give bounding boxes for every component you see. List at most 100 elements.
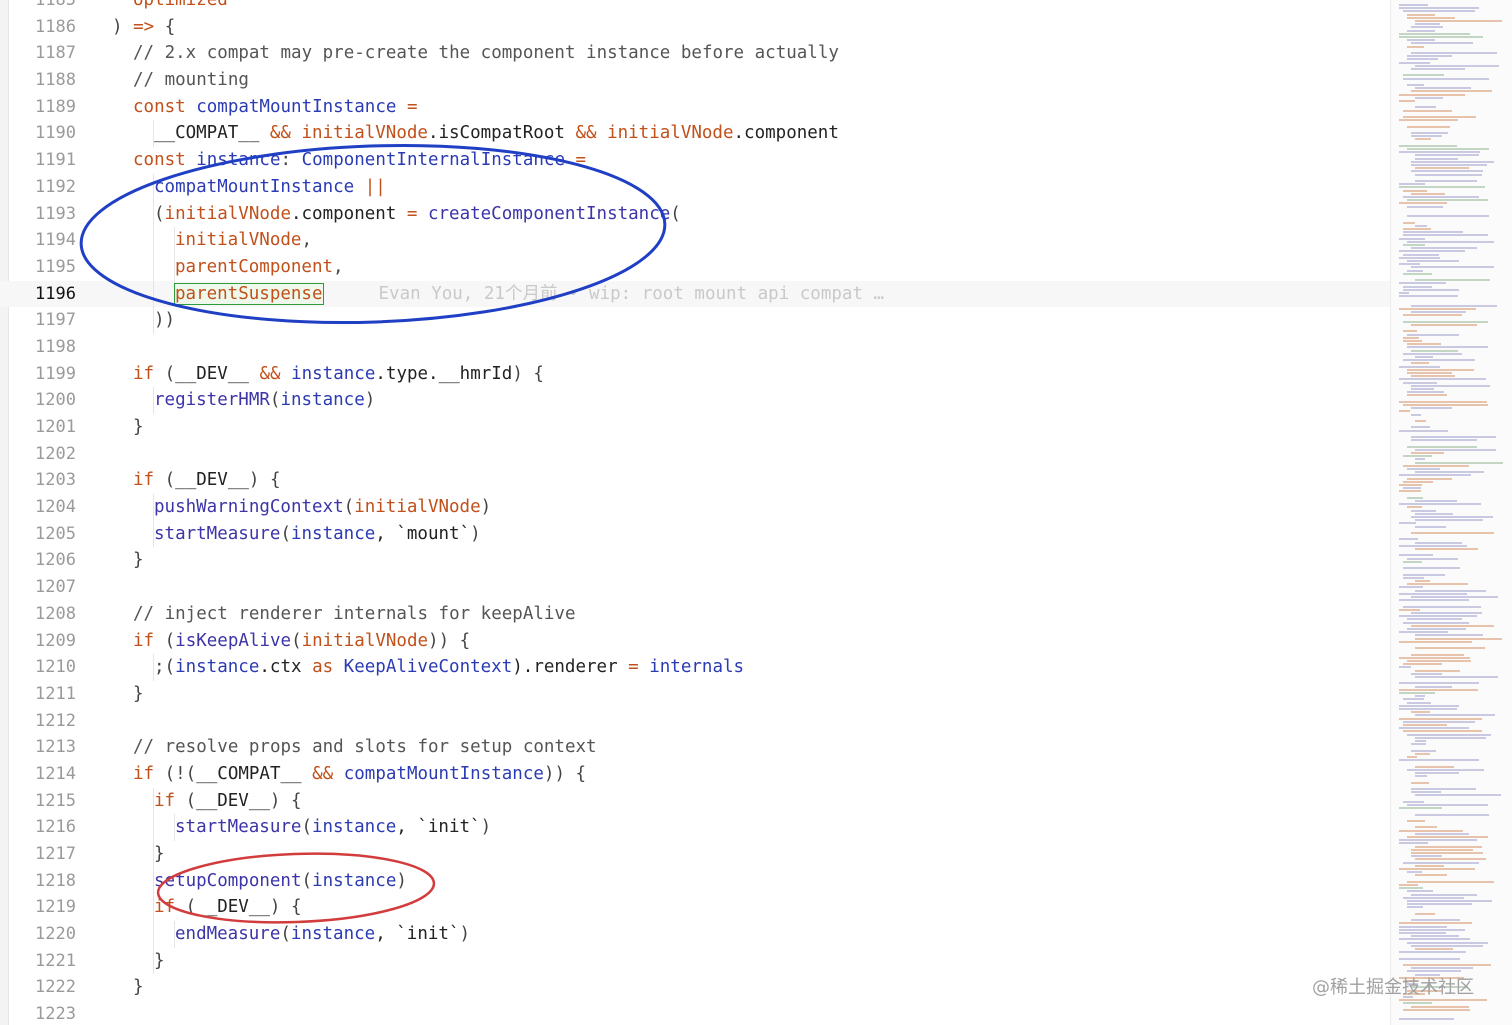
code-line[interactable]: 1199 if (__DEV__ && instance.type.__hmrId… — [0, 361, 1390, 388]
code-line[interactable]: 1202 — [0, 441, 1390, 468]
code-text[interactable]: registerHMR(instance) — [154, 387, 375, 414]
minimap-stroke — [1399, 925, 1447, 928]
code-line[interactable]: 1217} — [0, 841, 1390, 868]
code-text[interactable]: // 2.x compat may pre-create the compone… — [133, 40, 839, 67]
code-text[interactable]: compatMountInstance || — [154, 174, 386, 201]
code-text[interactable]: parentComponent, — [175, 254, 344, 281]
code-line[interactable]: 1200 registerHMR(instance) — [0, 387, 1390, 414]
minimap-stroke — [1415, 106, 1436, 109]
code-line[interactable]: 1189 const compatMountInstance = — [0, 94, 1390, 121]
code-line[interactable]: 1191 const instance: ComponentInternalIns… — [0, 147, 1390, 174]
code-line[interactable]: 1198 — [0, 334, 1390, 361]
minimap-stroke — [1399, 842, 1428, 845]
minimap-stroke — [1403, 352, 1462, 355]
minimap-stroke — [1403, 359, 1475, 362]
code-line[interactable]: 1213 // resolve props and slots for setup… — [0, 734, 1390, 761]
code-line[interactable]: 1195 parentComponent, — [0, 253, 1390, 281]
minimap-stroke — [1415, 157, 1458, 160]
minimap-stroke — [1399, 592, 1467, 595]
minimap-stroke — [1411, 68, 1465, 70]
code-text[interactable]: endMeasure(instance, `init`) — [175, 921, 470, 948]
code-text[interactable]: startMeasure(instance, `mount`) — [154, 521, 481, 548]
minimap-stroke — [1411, 509, 1436, 512]
code-text[interactable]: } — [133, 414, 144, 441]
code-text[interactable]: __COMPAT__ && initialVNode.isCompatRoot … — [154, 120, 839, 147]
code-text[interactable]: initialVNode, — [175, 227, 312, 254]
code-line[interactable]: 1215 if (__DEV__) { — [0, 787, 1390, 815]
code-text[interactable]: parentSuspense Evan You, 21个月前 • wip: roo… — [174, 281, 884, 308]
minimap[interactable] — [1390, 0, 1512, 1025]
code-text[interactable]: if (__DEV__) { — [133, 467, 281, 494]
code-line[interactable]: 1212 — [0, 708, 1390, 735]
code-line[interactable]: 1214 if (!(__COMPAT__ && compatMountInsta… — [0, 761, 1390, 788]
code-text[interactable]: if (__DEV__) { — [154, 894, 302, 921]
code-line[interactable]: 1201} — [0, 414, 1390, 441]
code-line[interactable]: 1210 ;(instance.ctx as KeepAliveContext).… — [0, 654, 1390, 681]
code-text[interactable]: if (__DEV__ && instance.type.__hmrId) { — [133, 361, 544, 388]
code-text[interactable]: ) => { — [112, 14, 175, 41]
minimap-stroke — [1407, 477, 1452, 480]
code-line[interactable]: 1203 if (__DEV__) { — [0, 467, 1390, 494]
minimap-stroke — [1403, 896, 1464, 899]
code-text[interactable]: // inject renderer internals for keepAli… — [133, 601, 576, 628]
code-line[interactable]: 1220 endMeasure(instance, `init`) — [0, 921, 1390, 948]
code-line[interactable]: 1218 setupComponent(instance) — [0, 867, 1390, 895]
code-line[interactable]: 1187 // 2.x compat may pre-create the com… — [0, 40, 1390, 67]
code-text[interactable]: const compatMountInstance = — [133, 94, 417, 121]
code-text[interactable]: ;(instance.ctx as KeepAliveContext).rend… — [154, 654, 744, 681]
minimap-stroke — [1399, 704, 1459, 707]
line-number: 1208 — [35, 603, 76, 624]
minimap-stroke — [1407, 890, 1433, 893]
code-line[interactable]: 1207 — [0, 574, 1390, 601]
minimap-stroke — [1407, 468, 1440, 470]
code-text[interactable]: // mounting — [133, 67, 249, 94]
code-line[interactable]: 1222} — [0, 974, 1390, 1001]
code-lines[interactable]: 1185 optimized 1186) => {1187// 2.x compat… — [0, 0, 1390, 1025]
code-text[interactable]: } — [154, 841, 165, 868]
code-line[interactable]: 1196 parentSuspense Evan You, 21个月前 • wip:… — [0, 280, 1390, 308]
code-text[interactable]: // resolve props and slots for setup con… — [133, 734, 597, 761]
code-line[interactable]: 1221} — [0, 947, 1390, 975]
code-line[interactable]: 1194 initialVNode, — [0, 227, 1390, 254]
code-line[interactable]: 1193 (initialVNode.component = createComp… — [0, 200, 1390, 228]
code-line[interactable]: 1186) => { — [0, 14, 1390, 41]
code-text[interactable]: pushWarningContext(initialVNode) — [154, 494, 491, 521]
code-text[interactable]: if (isKeepAlive(initialVNode)) { — [133, 628, 470, 655]
code-editor[interactable]: 1185 optimized 1186) => {1187// 2.x compat… — [0, 0, 1390, 1025]
code-line[interactable]: 1188 // mounting — [0, 67, 1390, 94]
minimap-stroke — [1399, 263, 1420, 266]
code-text[interactable]: setupComponent(instance) — [154, 868, 407, 895]
code-token: } — [154, 844, 165, 864]
code-text[interactable]: )) — [154, 307, 175, 334]
code-line[interactable]: 1219 if (__DEV__) { — [0, 894, 1390, 922]
code-text[interactable]: if (!(__COMPAT__ && compatMountInstance)… — [133, 761, 586, 788]
code-line[interactable]: 1223 — [0, 1001, 1390, 1025]
code-line[interactable]: 1185 optimized — [0, 0, 1390, 14]
code-text[interactable]: optimized — [133, 0, 228, 14]
code-line[interactable]: 1209 if (isKeepAlive(initialVNode)) { — [0, 628, 1390, 655]
code-line[interactable]: 1208 // inject renderer internals for kee… — [0, 601, 1390, 628]
line-number: 1217 — [35, 844, 76, 864]
code-text[interactable]: (initialVNode.component = createComponen… — [154, 201, 681, 228]
code-text[interactable]: } — [154, 948, 165, 975]
code-text[interactable]: if (__DEV__) { — [154, 788, 302, 815]
code-text[interactable]: } — [133, 547, 144, 574]
code-line[interactable]: 1216 startMeasure(instance, `init`) — [0, 814, 1390, 841]
code-line[interactable]: 1211} — [0, 681, 1390, 708]
code-text[interactable]: const instance: ComponentInternalInstanc… — [133, 147, 586, 174]
code-line[interactable]: 1206} — [0, 547, 1390, 574]
code-text[interactable]: } — [133, 974, 144, 1001]
code-text[interactable]: } — [133, 681, 144, 708]
code-line[interactable]: 1204 pushWarningContext(initialVNode) — [0, 494, 1390, 521]
code-line[interactable]: 1205 startMeasure(instance, `mount`) — [0, 520, 1390, 548]
code-line[interactable]: 1197)) — [0, 307, 1390, 334]
code-line[interactable]: 1192 compatMountInstance || — [0, 173, 1390, 201]
minimap-stroke — [1411, 532, 1494, 534]
code-token: ( — [164, 363, 176, 384]
line-number: 1193 — [35, 203, 76, 224]
line-number: 1221 — [35, 950, 76, 971]
code-line[interactable]: 1190 __COMPAT__ && initialVNode.isCompatR… — [0, 120, 1390, 148]
code-text[interactable]: startMeasure(instance, `init`) — [175, 814, 491, 841]
code-token: ( — [185, 790, 197, 811]
minimap-stroke — [1399, 932, 1446, 934]
